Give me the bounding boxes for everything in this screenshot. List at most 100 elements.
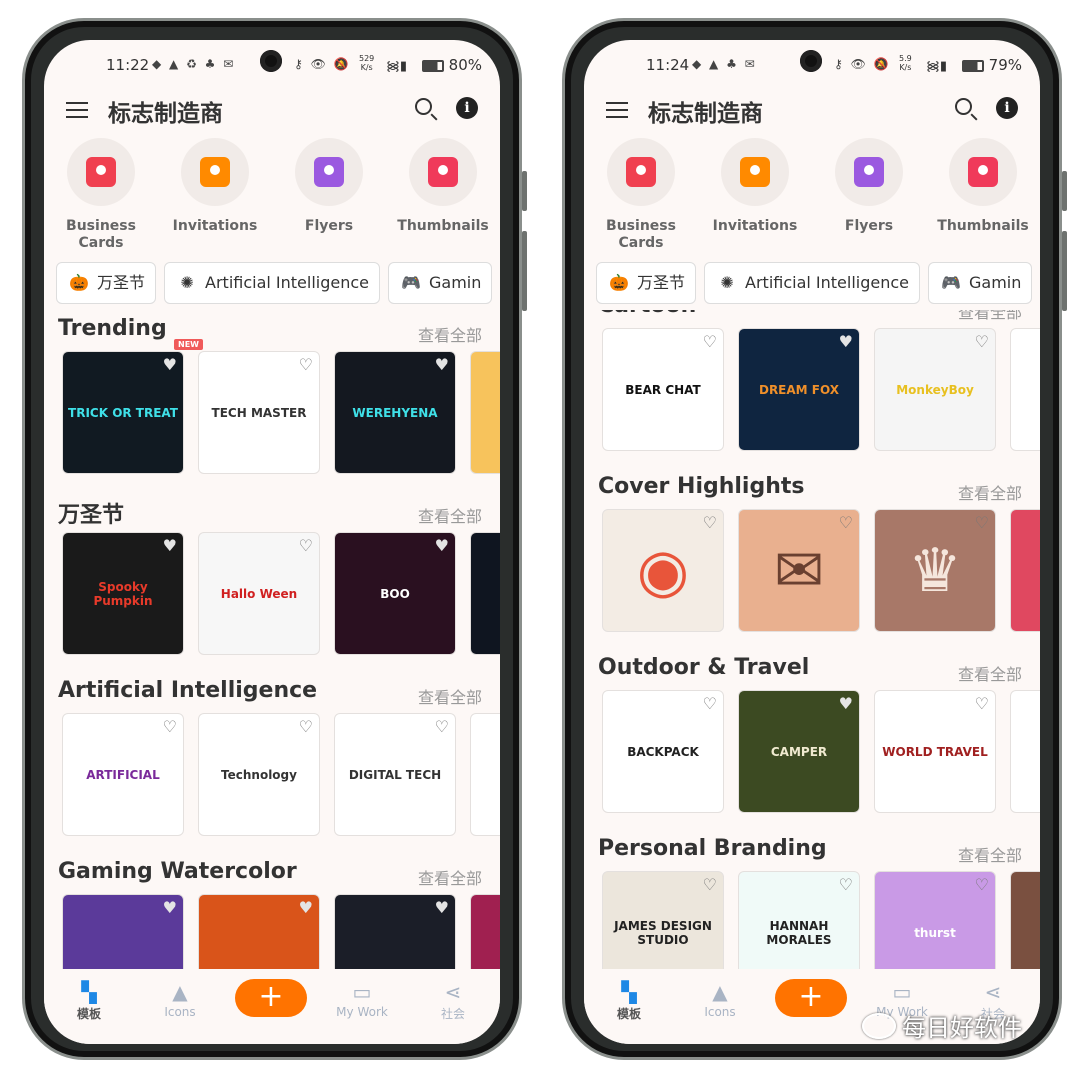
- create-button[interactable]: +: [235, 979, 307, 1017]
- heart-icon[interactable]: ♥: [163, 536, 177, 555]
- see-all-link[interactable]: 查看全部: [958, 310, 1022, 323]
- nav-模板[interactable]: ▚ 模板: [54, 979, 124, 1022]
- info-icon[interactable]: i: [456, 97, 478, 119]
- nav-模板[interactable]: ▚ 模板: [594, 979, 664, 1022]
- heart-icon[interactable]: ♥: [163, 898, 177, 917]
- menu-icon[interactable]: [66, 102, 88, 118]
- template-tile[interactable]: ♛ ♡: [874, 509, 996, 632]
- template-tile[interactable]: BACKPACK ♡: [602, 690, 724, 813]
- chip[interactable]: ✺ Artificial Intelligence: [704, 262, 921, 304]
- heart-icon[interactable]: ♡: [975, 875, 989, 894]
- template-tile[interactable]: [470, 351, 500, 474]
- create-button[interactable]: +: [775, 979, 847, 1017]
- template-tile[interactable]: CAMPER ♥: [738, 690, 860, 813]
- heart-icon[interactable]: ♡: [703, 875, 717, 894]
- heart-icon[interactable]: ♥: [435, 898, 449, 917]
- search-icon[interactable]: [955, 98, 972, 115]
- heart-icon[interactable]: ♥: [435, 536, 449, 555]
- template-tile[interactable]: TECH MASTER ♡: [198, 351, 320, 474]
- side-button[interactable]: [522, 171, 527, 211]
- template-tile[interactable]: [1010, 509, 1040, 632]
- template-tile[interactable]: TRICK OR TREAT ♥: [62, 351, 184, 474]
- nav-icons[interactable]: ▲ Icons: [145, 979, 215, 1019]
- template-tile[interactable]: WORLD TRAVEL ♡: [874, 690, 996, 813]
- template-tile[interactable]: ♥: [334, 894, 456, 970]
- template-tile[interactable]: [470, 532, 500, 655]
- heart-icon[interactable]: ♡: [703, 694, 717, 713]
- see-all-link[interactable]: 查看全部: [418, 503, 482, 527]
- category-invitations[interactable]: Invitations: [165, 138, 265, 235]
- category-flyers[interactable]: Flyers: [819, 138, 919, 235]
- heart-icon[interactable]: ♡: [299, 355, 313, 374]
- side-button[interactable]: [522, 231, 527, 311]
- category-flyers[interactable]: Flyers: [279, 138, 379, 235]
- heart-icon[interactable]: ♡: [703, 332, 717, 351]
- template-feed[interactable]: Cartoon 查看全部 BEAR CHAT ♡ DREAM FOX ♥ MonkeyBoy…: [584, 310, 1040, 970]
- nav-社会[interactable]: ⋖ 社会: [418, 979, 488, 1022]
- category-thumbnails[interactable]: Thumbnails: [393, 138, 493, 235]
- heart-icon[interactable]: ♡: [975, 694, 989, 713]
- template-tile[interactable]: ARTIFICIAL ♡: [62, 713, 184, 836]
- menu-icon[interactable]: [606, 102, 628, 118]
- chip[interactable]: 🎮 Gamin: [388, 262, 493, 304]
- template-tile[interactable]: MonkeyBoy ♡: [874, 328, 996, 451]
- see-all-link[interactable]: 查看全部: [418, 322, 482, 346]
- template-tile[interactable]: [470, 894, 500, 970]
- heart-icon[interactable]: ♥: [299, 898, 313, 917]
- template-tile[interactable]: Spooky Pumpkin ♥: [62, 532, 184, 655]
- see-all-link[interactable]: 查看全部: [958, 480, 1022, 504]
- heart-icon[interactable]: ♥: [839, 694, 853, 713]
- heart-icon[interactable]: ♡: [299, 717, 313, 736]
- template-tile[interactable]: [1010, 690, 1040, 813]
- side-button[interactable]: [1062, 171, 1067, 211]
- template-feed[interactable]: Trending NEW 查看全部 TRICK OR TREAT ♥ TECH MASTE…: [44, 310, 500, 970]
- category-thumbnails[interactable]: Thumbnails: [933, 138, 1033, 235]
- template-tile[interactable]: BEAR CHAT ♡: [602, 328, 724, 451]
- category-invitations[interactable]: Invitations: [705, 138, 805, 235]
- template-tile[interactable]: [1010, 328, 1040, 451]
- template-tile[interactable]: HANNAH MORALES ♡: [738, 871, 860, 970]
- see-all-link[interactable]: 查看全部: [418, 865, 482, 889]
- template-tile[interactable]: JAMES DESIGN STUDIO ♡: [602, 871, 724, 970]
- chip[interactable]: 🎃 万圣节: [56, 262, 157, 304]
- side-button[interactable]: [1062, 231, 1067, 311]
- chip[interactable]: 🎃 万圣节: [596, 262, 697, 304]
- heart-icon[interactable]: ♥: [163, 355, 177, 374]
- see-all-link[interactable]: 查看全部: [958, 842, 1022, 866]
- see-all-link[interactable]: 查看全部: [958, 661, 1022, 685]
- nav-label: Icons: [164, 1005, 196, 1019]
- nav-my-work[interactable]: ▭ My Work: [327, 979, 397, 1019]
- heart-icon[interactable]: ♡: [975, 513, 989, 532]
- heart-icon[interactable]: ♡: [839, 513, 853, 532]
- heart-icon[interactable]: ♡: [703, 513, 717, 532]
- template-tile[interactable]: DREAM FOX ♥: [738, 328, 860, 451]
- template-tile[interactable]: ♥: [198, 894, 320, 970]
- template-tile[interactable]: Hallo Ween ♡: [198, 532, 320, 655]
- see-all-link[interactable]: 查看全部: [418, 684, 482, 708]
- template-tile[interactable]: DIGITAL TECH ♡: [334, 713, 456, 836]
- heart-icon[interactable]: ♡: [839, 875, 853, 894]
- template-tile[interactable]: thurst ♡: [874, 871, 996, 970]
- category-business-cards[interactable]: Business Cards: [51, 138, 151, 252]
- heart-icon[interactable]: ♡: [975, 332, 989, 351]
- template-tile[interactable]: Technology ♡: [198, 713, 320, 836]
- template-tile[interactable]: WEREHYENA ♥: [334, 351, 456, 474]
- template-tile[interactable]: ✉ ♡: [738, 509, 860, 632]
- heart-icon[interactable]: ♥: [435, 355, 449, 374]
- template-tile[interactable]: BOO ♥: [334, 532, 456, 655]
- heart-icon[interactable]: ♥: [839, 332, 853, 351]
- heart-icon[interactable]: ♡: [163, 717, 177, 736]
- chip[interactable]: 🎮 Gamin: [928, 262, 1033, 304]
- template-tile[interactable]: ♥: [62, 894, 184, 970]
- heart-icon[interactable]: ♡: [299, 536, 313, 555]
- chip[interactable]: ✺ Artificial Intelligence: [164, 262, 381, 304]
- info-icon[interactable]: i: [996, 97, 1018, 119]
- nav-icons[interactable]: ▲ Icons: [685, 979, 755, 1019]
- category-icon-circle: [721, 138, 789, 206]
- template-tile[interactable]: ◉ ♡: [602, 509, 724, 632]
- search-icon[interactable]: [415, 98, 432, 115]
- template-tile[interactable]: S: [470, 713, 500, 836]
- category-business-cards[interactable]: Business Cards: [591, 138, 691, 252]
- template-tile[interactable]: [1010, 871, 1040, 970]
- heart-icon[interactable]: ♡: [435, 717, 449, 736]
